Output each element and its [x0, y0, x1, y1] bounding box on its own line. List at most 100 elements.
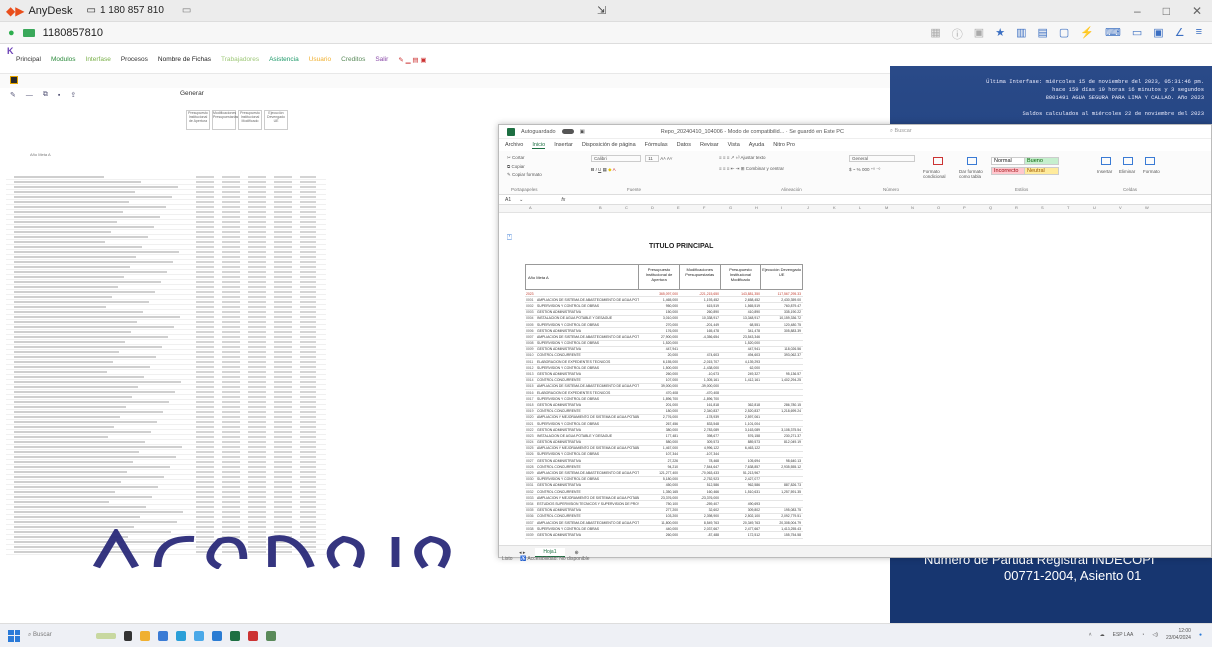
network-icon[interactable]: ☁ [1100, 632, 1105, 638]
maximize-button[interactable]: □ [1163, 4, 1170, 18]
column-header[interactable]: R [1015, 205, 1041, 212]
tab-archivo[interactable]: Archivo [505, 142, 523, 148]
column-header[interactable]: Q [989, 205, 1015, 212]
wifi-icon[interactable]: ◔ [1141, 632, 1144, 638]
format-table-button[interactable]: Dar formato como tabla [959, 169, 991, 179]
menu-asistencia[interactable]: Asistencia [269, 56, 299, 64]
column-header[interactable]: H [755, 205, 781, 212]
fit-icon[interactable]: ▣ [974, 26, 984, 42]
keyboard-icon[interactable]: ⌨ [1105, 26, 1121, 42]
style-incorrecto[interactable]: Incorrecto [991, 167, 1025, 175]
format-button[interactable]: Formato [1143, 169, 1160, 174]
delete-cells-icon[interactable] [1123, 157, 1133, 165]
store-icon[interactable] [176, 630, 186, 641]
tab-nitro[interactable]: Nitro Pro [773, 142, 795, 148]
column-header[interactable]: G [729, 205, 755, 212]
style-bueno[interactable]: Bueno [1025, 157, 1059, 165]
style-neutral[interactable]: Neutral [1025, 167, 1059, 175]
column-header[interactable]: K [833, 205, 859, 212]
menu-trabajadores[interactable]: Trabajadores [221, 56, 259, 64]
spreadsheet-grid[interactable]: ⍞ TITULO PRINCIPAL Año Meta A Presupuest… [499, 229, 1211, 545]
align-left-icon[interactable]: ≡ ≡ ≡ [719, 166, 729, 171]
menu-salir[interactable]: Salir [375, 56, 388, 64]
menu-procesos[interactable]: Procesos [121, 56, 148, 64]
screenshot-icon[interactable]: ▭ [1132, 26, 1142, 42]
font-color-icon[interactable]: A [613, 167, 616, 172]
save-icon[interactable]: ▪ [58, 92, 60, 99]
table-row[interactable]: 0039 GESTION ADMINISTRATIVA 260,000 -87,488… [525, 532, 803, 539]
tab-inicio[interactable]: Inicio [532, 142, 546, 149]
file-explorer-icon[interactable] [140, 630, 150, 641]
tab-disposicion[interactable]: Disposición de página [582, 142, 636, 148]
column-header[interactable]: A [529, 205, 599, 212]
decimal-icon[interactable]: ⁺⁰ ⁻⁰ [871, 167, 881, 172]
conditional-format-button[interactable]: Formato condicional [923, 169, 957, 179]
excel-taskbar-icon[interactable] [230, 630, 240, 641]
tab-datos[interactable]: Datos [677, 142, 691, 148]
anydesk-taskbar-icon[interactable] [248, 630, 258, 641]
save-icon[interactable]: ▣ [580, 129, 585, 135]
cut-button[interactable]: ✂ Cortar [507, 155, 542, 161]
column-header[interactable]: N [911, 205, 937, 212]
tab-vista[interactable]: Vista [728, 142, 740, 148]
minus-icon[interactable]: — [26, 92, 33, 99]
close-button[interactable]: ✕ [1192, 4, 1202, 18]
comma-icon[interactable]: 000 [862, 167, 870, 172]
info-icon[interactable]: ⓘ [952, 26, 963, 42]
align-top-icon[interactable]: ≡ ≡ ≡ [719, 155, 729, 160]
grid-icon[interactable]: ▦ [930, 26, 940, 42]
display-icon[interactable]: ▤ [1037, 26, 1047, 42]
bold-icon[interactable]: B [591, 167, 594, 172]
remote-screen-icon[interactable]: ▥ [1016, 26, 1026, 42]
menu-interfase[interactable]: Interfase [86, 56, 111, 64]
copy-button[interactable]: ⧉ Copiar [507, 164, 542, 169]
number-format-select[interactable]: General [849, 155, 915, 162]
autosave-toggle[interactable] [561, 129, 574, 134]
indent-icon[interactable]: ⇤ ⇥ [731, 166, 740, 171]
font-size-select[interactable]: 11 [645, 155, 660, 162]
insert-button[interactable]: Insertar [1097, 169, 1112, 174]
notification-dot-icon[interactable]: ● [1199, 632, 1202, 638]
tab-ayuda[interactable]: Ayuda [749, 142, 765, 148]
italic-icon[interactable]: I [596, 167, 597, 172]
word-icon[interactable] [212, 630, 222, 641]
delete-button[interactable]: Eliminar [1119, 169, 1135, 174]
column-header[interactable]: P [963, 205, 989, 212]
insert-cells-icon[interactable] [1101, 157, 1111, 165]
fill-color-icon[interactable]: ◆ [608, 167, 611, 172]
percent-icon[interactable]: % [857, 167, 861, 172]
format-painter-button[interactable]: ✎ Copiar formato [507, 172, 542, 178]
chat-icon[interactable]: ▢ [1059, 26, 1069, 42]
taskbar-search[interactable]: ⌕ Buscar [28, 632, 88, 639]
name-box-dropdown-icon[interactable]: ⌄ [519, 197, 523, 203]
column-header[interactable]: M [885, 205, 911, 212]
column-header[interactable]: W [1145, 205, 1171, 212]
column-header[interactable]: U [1093, 205, 1119, 212]
menu-principal[interactable]: Principal [16, 56, 41, 64]
task-view-icon[interactable] [124, 630, 132, 641]
language-indicator[interactable]: ESP LAA [1113, 632, 1134, 638]
wrap-text-button[interactable]: ⏎ Ajustar texto [736, 155, 766, 160]
column-header[interactable]: O [937, 205, 963, 212]
column-header[interactable]: S [1041, 205, 1067, 212]
underline-icon[interactable]: U [598, 167, 601, 172]
volume-icon[interactable]: ◁) [1152, 632, 1158, 638]
new-tab-icon[interactable]: ▭ [182, 5, 191, 16]
column-header[interactable]: L [859, 205, 885, 212]
tab-revisar[interactable]: Revisar [700, 142, 719, 148]
column-header[interactable]: B [599, 205, 625, 212]
connection-tab[interactable]: ▭ 1 180 857 810 ▭ [87, 5, 192, 16]
tray-arrow-icon[interactable]: ˄ [1089, 632, 1092, 638]
siaf-tools-icon[interactable]: ✎ ▁ ▤ ▣ [398, 56, 426, 64]
menu-creditos[interactable]: Creditos [341, 56, 365, 64]
column-header[interactable]: I [781, 205, 807, 212]
export-icon[interactable]: ⇪ [70, 91, 76, 99]
conditional-format-icon[interactable] [933, 157, 943, 165]
format-cells-icon[interactable] [1145, 157, 1155, 165]
settings-icon[interactable]: ∠ [1175, 26, 1185, 42]
start-icon[interactable] [8, 629, 20, 642]
fx-icon[interactable]: fx [561, 197, 565, 203]
style-normal[interactable]: Normal [991, 157, 1025, 165]
column-header[interactable]: J [807, 205, 833, 212]
mail-icon[interactable] [194, 630, 204, 641]
